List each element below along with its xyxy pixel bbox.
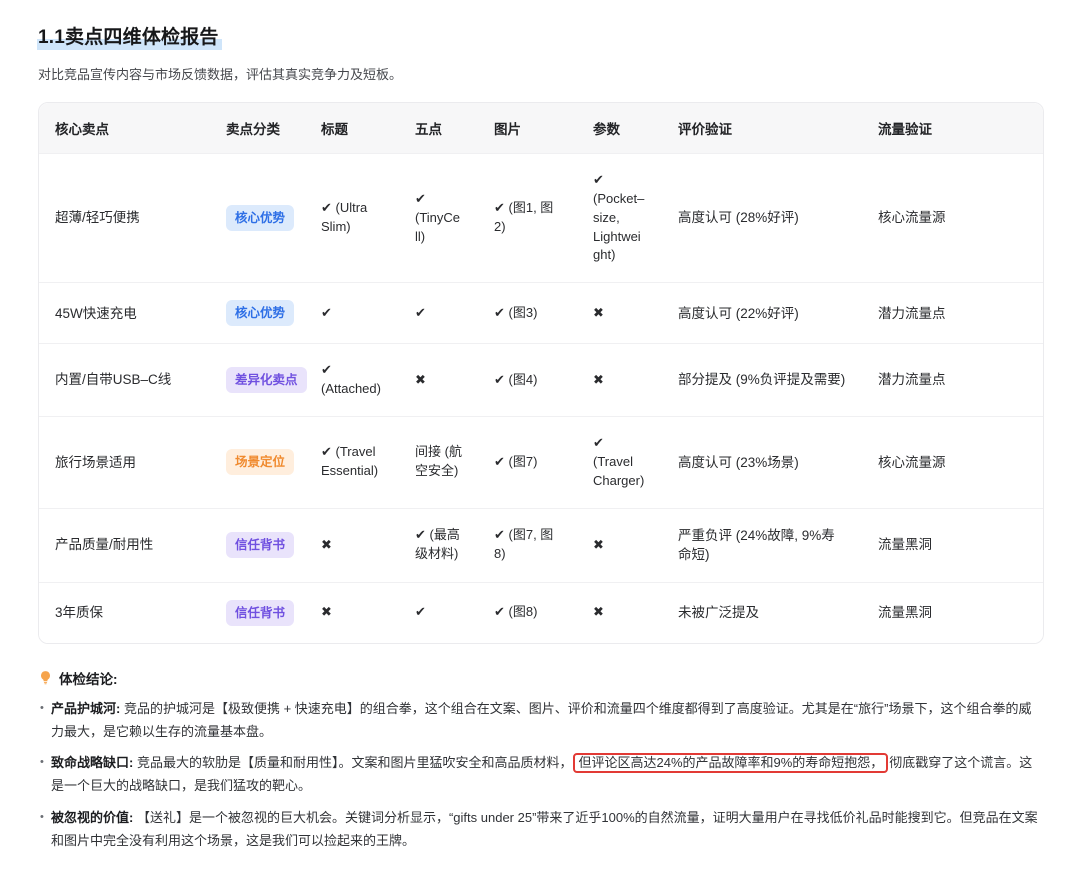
cell-category: 差异化卖点 — [210, 343, 305, 416]
col-header-params: 参数 — [577, 103, 662, 153]
bullet-label: 被忽视的价值: — [51, 810, 133, 825]
cell-five-points: ✔ — [399, 582, 478, 643]
table-row: 内置/自带USB–C线 差异化卖点 ✔ (Attached) ✖ ✔ (图4) … — [39, 343, 1043, 416]
cell-params: ✖ — [577, 282, 662, 343]
cell-review: 高度认可 (28%好评) — [662, 153, 862, 282]
category-badge: 核心优势 — [226, 300, 294, 326]
col-header-traffic: 流量验证 — [862, 103, 1043, 153]
red-annotation-box: 但评论区高达24%的产品故障率和9%的寿命短抱怨， — [573, 753, 888, 773]
cell-selling-point: 45W快速充电 — [39, 282, 210, 343]
cell-selling-point: 3年质保 — [39, 582, 210, 643]
col-header-title: 标题 — [305, 103, 399, 153]
category-badge: 差异化卖点 — [226, 367, 307, 393]
cell-selling-point: 内置/自带USB–C线 — [39, 343, 210, 416]
cell-images: ✔ (图4) — [478, 343, 577, 416]
cell-category: 场景定位 — [210, 416, 305, 508]
cell-five-points: ✔ (最高级材料) — [399, 508, 478, 582]
table-row: 超薄/轻巧便携 核心优势 ✔ (Ultra Slim) ✔ (TinyCell)… — [39, 153, 1043, 282]
cell-title: ✔ — [305, 282, 399, 343]
cell-review: 严重负评 (24%故障, 9%寿命短) — [662, 508, 862, 582]
cell-traffic: 潜力流量点 — [862, 282, 1043, 343]
cell-traffic: 核心流量源 — [862, 416, 1043, 508]
bullet-label: 产品护城河: — [51, 701, 120, 716]
page-subtitle: 对比竞品宣传内容与市场反馈数据，评估其真实竞争力及短板。 — [38, 64, 1042, 83]
cell-five-points: ✔ — [399, 282, 478, 343]
cell-images: ✔ (图1, 图2) — [478, 153, 577, 282]
cell-selling-point: 超薄/轻巧便携 — [39, 153, 210, 282]
cell-images: ✔ (图7, 图8) — [478, 508, 577, 582]
cell-params: ✔ (Travel Charger) — [577, 416, 662, 508]
cell-title: ✔ (Attached) — [305, 343, 399, 416]
cell-traffic: 潜力流量点 — [862, 343, 1043, 416]
table-row: 旅行场景适用 场景定位 ✔ (Travel Essential) 间接 (航空安… — [39, 416, 1043, 508]
cell-images: ✔ (图7) — [478, 416, 577, 508]
cell-images: ✔ (图8) — [478, 582, 577, 643]
cell-params: ✖ — [577, 582, 662, 643]
cell-review: 部分提及 (9%负评提及需要) — [662, 343, 862, 416]
cell-selling-point: 旅行场景适用 — [39, 416, 210, 508]
cell-title: ✔ (Travel Essential) — [305, 416, 399, 508]
cell-params: ✔ (Pocket–size, Lightweight) — [577, 153, 662, 282]
cell-review: 高度认可 (22%好评) — [662, 282, 862, 343]
cell-category: 核心优势 — [210, 153, 305, 282]
category-badge: 信任背书 — [226, 600, 294, 626]
bullet-label: 致命战略缺口: — [51, 755, 133, 770]
category-badge: 场景定位 — [226, 449, 294, 475]
col-header-images: 图片 — [478, 103, 577, 153]
cell-category: 信任背书 — [210, 508, 305, 582]
cell-category: 核心优势 — [210, 282, 305, 343]
cell-images: ✔ (图3) — [478, 282, 577, 343]
conclusion-bullet-strategic-gap: 致命战略缺口: 竞品最大的软肋是【质量和耐用性】。文案和图片里猛吹安全和高品质材… — [38, 752, 1042, 798]
cell-category: 信任背书 — [210, 582, 305, 643]
cell-title: ✔ (Ultra Slim) — [305, 153, 399, 282]
col-header-category: 卖点分类 — [210, 103, 305, 153]
cell-traffic: 流量黑洞 — [862, 582, 1043, 643]
bullet-text-pre: 竞品最大的软肋是【质量和耐用性】。文案和图片里猛吹安全和高品质材料， — [137, 755, 573, 770]
col-header-selling-point: 核心卖点 — [39, 103, 210, 153]
table-header-row: 核心卖点 卖点分类 标题 五点 图片 参数 评价验证 流量验证 — [39, 103, 1043, 153]
table-row: 45W快速充电 核心优势 ✔ ✔ ✔ (图3) ✖ 高度认可 (22%好评) 潜… — [39, 282, 1043, 343]
cell-title: ✖ — [305, 582, 399, 643]
conclusion-heading: 体检结论: — [38, 668, 1042, 688]
cell-title: ✖ — [305, 508, 399, 582]
table-row: 3年质保 信任背书 ✖ ✔ ✔ (图8) ✖ 未被广泛提及 流量黑洞 — [39, 582, 1043, 643]
cell-five-points: ✖ — [399, 343, 478, 416]
page-title: 1.1卖点四维体检报告 — [37, 22, 222, 51]
conclusion-title: 体检结论: — [59, 668, 118, 688]
bullet-text: 【送礼】是一个被忽视的巨大机会。关键词分析显示，“gifts under 25”… — [51, 810, 1038, 848]
conclusion-bullet-overlooked-value: 被忽视的价值: 【送礼】是一个被忽视的巨大机会。关键词分析显示，“gifts u… — [38, 807, 1042, 853]
category-badge: 核心优势 — [226, 205, 294, 231]
cell-selling-point: 产品质量/耐用性 — [39, 508, 210, 582]
cell-traffic: 流量黑洞 — [862, 508, 1043, 582]
cell-params: ✖ — [577, 343, 662, 416]
category-badge: 信任背书 — [226, 532, 294, 558]
cell-five-points: ✔ (TinyCell) — [399, 153, 478, 282]
conclusion-bullet-moat: 产品护城河: 竞品的护城河是【极致便携 + 快速充电】的组合拳，这个组合在文案、… — [38, 698, 1042, 744]
selling-point-audit-table: 核心卖点 卖点分类 标题 五点 图片 参数 评价验证 流量验证 超薄/轻巧便携 … — [38, 102, 1044, 644]
col-header-five-points: 五点 — [399, 103, 478, 153]
cell-review: 高度认可 (23%场景) — [662, 416, 862, 508]
cell-review: 未被广泛提及 — [662, 582, 862, 643]
conclusion-bullet-list: 产品护城河: 竞品的护城河是【极致便携 + 快速充电】的组合拳，这个组合在文案、… — [38, 698, 1042, 853]
cell-five-points: 间接 (航空安全) — [399, 416, 478, 508]
col-header-review: 评价验证 — [662, 103, 862, 153]
lightbulb-icon — [38, 670, 53, 685]
cell-traffic: 核心流量源 — [862, 153, 1043, 282]
table-row: 产品质量/耐用性 信任背书 ✖ ✔ (最高级材料) ✔ (图7, 图8) ✖ 严… — [39, 508, 1043, 582]
cell-params: ✖ — [577, 508, 662, 582]
